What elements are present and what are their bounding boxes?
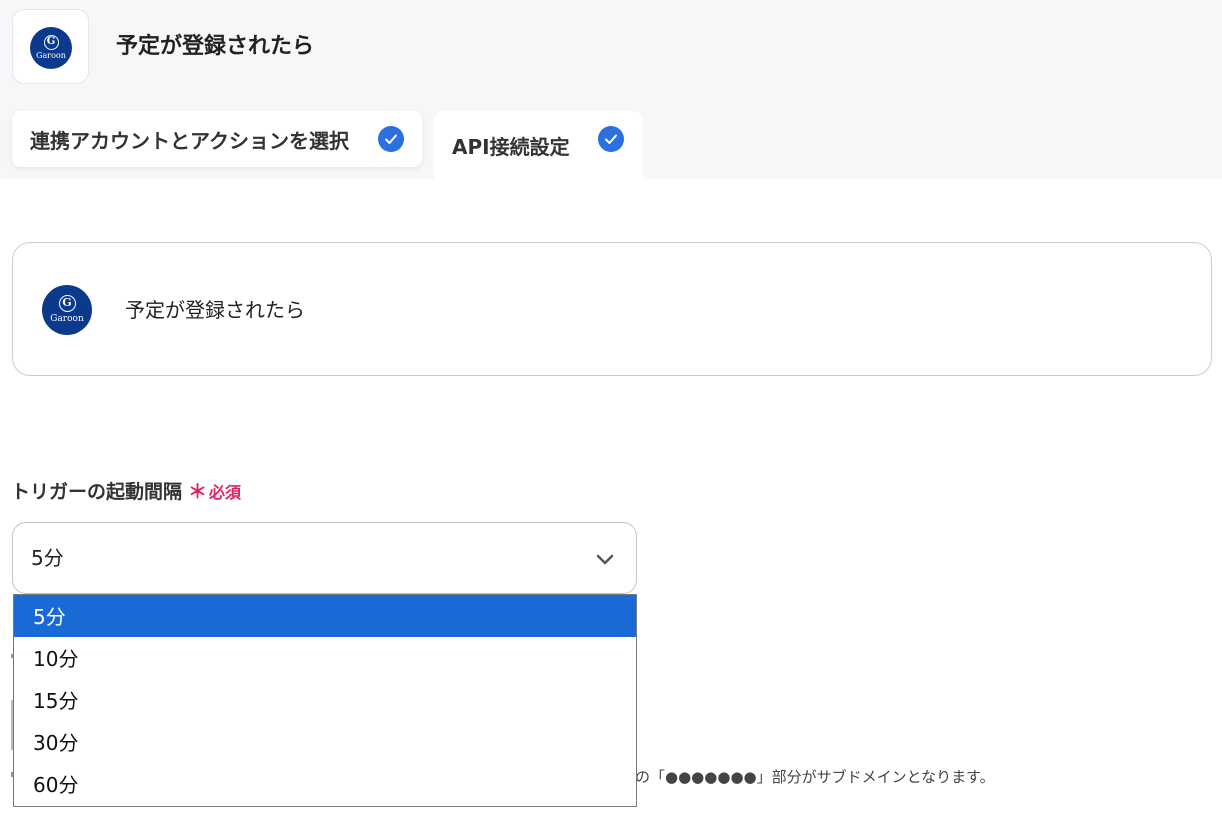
interval-option[interactable]: 15分 xyxy=(14,679,636,721)
app-icon-tile: G Garoon xyxy=(12,9,89,84)
trigger-title: 予定が登録されたら xyxy=(125,298,305,322)
subdomain-help-text: の「●●●●●●●」部分がサブドメインとなります。 xyxy=(635,768,995,786)
chevron-down-icon xyxy=(596,551,614,570)
interval-option[interactable]: 10分 xyxy=(14,637,636,679)
required-star: ＊ xyxy=(188,481,208,503)
tab-label: API接続設定 xyxy=(452,134,570,159)
interval-select[interactable]: 5分 xyxy=(12,522,637,594)
garoon-logo-icon: G Garoon xyxy=(42,285,92,335)
header-bar: G Garoon 予定が登録されたら 連携アカウントとアクションを選択 API接… xyxy=(0,0,1222,179)
tab-select-account-action[interactable]: 連携アカウントとアクションを選択 xyxy=(12,111,422,167)
trigger-card: G Garoon 予定が登録されたら xyxy=(12,242,1212,376)
garoon-logo-icon: G Garoon xyxy=(30,27,72,69)
interval-dropdown-list: 5分 10分 15分 30分 60分 xyxy=(13,594,637,807)
tab-label: 連携アカウントとアクションを選択 xyxy=(30,128,349,153)
interval-option[interactable]: 30分 xyxy=(14,721,636,763)
interval-option[interactable]: 5分 xyxy=(14,595,636,637)
interval-select-value: 5分 xyxy=(31,546,64,570)
tab-api-connection-settings[interactable]: API接続設定 xyxy=(434,111,643,179)
page-title: 予定が登録されたら xyxy=(116,34,315,59)
garoon-logo-letter: G xyxy=(58,295,76,312)
check-circle-icon xyxy=(598,126,624,152)
required-badge: 必須 xyxy=(209,483,242,502)
interval-label-text: トリガーの起動間隔 xyxy=(11,481,183,503)
interval-option[interactable]: 60分 xyxy=(14,763,636,805)
check-circle-icon xyxy=(378,126,404,152)
garoon-logo-wordmark: Garoon xyxy=(36,51,66,60)
garoon-logo-wordmark: Garoon xyxy=(50,314,84,324)
garoon-logo-letter: G xyxy=(43,35,59,50)
interval-field-label: トリガーの起動間隔＊必須 xyxy=(11,478,241,507)
